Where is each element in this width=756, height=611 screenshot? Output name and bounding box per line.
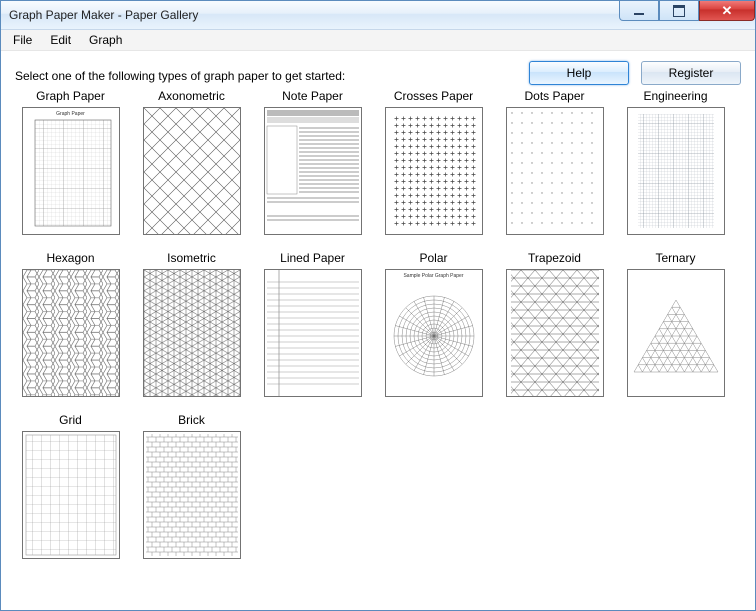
gallery-item-brick[interactable]: Brick <box>136 413 247 559</box>
help-button[interactable]: Help <box>529 61 629 85</box>
brick-icon <box>144 432 240 558</box>
thumb-grid <box>22 431 120 559</box>
window-title: Graph Paper Maker - Paper Gallery <box>9 8 198 22</box>
thumb-brick <box>143 431 241 559</box>
item-label: Grid <box>59 413 82 429</box>
thumb-polar: Sample Polar Graph Paper <box>385 269 483 397</box>
gallery-item-note-paper[interactable]: Note Paper <box>257 89 368 235</box>
thumb-engineering <box>627 107 725 235</box>
thumb-title: Sample Polar Graph Paper <box>386 273 482 279</box>
crosses-paper-icon <box>386 108 482 234</box>
titlebar[interactable]: Graph Paper Maker - Paper Gallery ✕ <box>1 1 755 30</box>
thumb-title: Graph Paper <box>23 111 119 117</box>
item-label: Graph Paper <box>36 89 105 105</box>
item-label: Engineering <box>643 89 707 105</box>
gallery-item-lined-paper[interactable]: Lined Paper <box>257 251 368 397</box>
isometric-icon <box>144 270 240 396</box>
item-label: Ternary <box>655 251 695 267</box>
item-label: Axonometric <box>158 89 225 105</box>
menu-edit[interactable]: Edit <box>42 31 79 49</box>
note-paper-icon <box>265 108 361 234</box>
thumb-hexagon <box>22 269 120 397</box>
thumb-trapezoid <box>506 269 604 397</box>
item-label: Crosses Paper <box>394 89 473 105</box>
engineering-icon <box>628 108 724 234</box>
polar-icon <box>386 270 482 396</box>
grid-icon <box>23 432 119 558</box>
gallery-item-dots-paper[interactable]: Dots Paper <box>499 89 610 235</box>
instruction-text: Select one of the following types of gra… <box>15 69 345 85</box>
item-label: Lined Paper <box>280 251 345 267</box>
item-label: Isometric <box>167 251 216 267</box>
item-label: Polar <box>419 251 447 267</box>
maximize-button[interactable] <box>659 1 699 21</box>
item-label: Trapezoid <box>528 251 581 267</box>
gallery-item-graph-paper[interactable]: Graph Paper Graph Paper <box>15 89 126 235</box>
item-label: Note Paper <box>282 89 343 105</box>
paper-gallery: Graph Paper Graph Paper <box>15 89 741 559</box>
close-icon: ✕ <box>722 4 733 17</box>
gallery-item-trapezoid[interactable]: Trapezoid <box>499 251 610 397</box>
gallery-item-polar[interactable]: Polar Sample Polar Graph Paper <box>378 251 489 397</box>
item-label: Hexagon <box>46 251 94 267</box>
action-buttons: Help Register <box>529 61 741 85</box>
menu-file[interactable]: File <box>5 31 40 49</box>
lined-paper-icon <box>265 270 361 396</box>
gallery-item-isometric[interactable]: Isometric <box>136 251 247 397</box>
thumb-graph-paper: Graph Paper <box>22 107 120 235</box>
gallery-item-crosses-paper[interactable]: Crosses Paper <box>378 89 489 235</box>
item-label: Brick <box>178 413 205 429</box>
thumb-lined-paper <box>264 269 362 397</box>
content-area: Select one of the following types of gra… <box>1 51 755 610</box>
ternary-icon <box>628 270 724 396</box>
minimize-button[interactable] <box>619 1 659 21</box>
gallery-item-hexagon[interactable]: Hexagon <box>15 251 126 397</box>
close-button[interactable]: ✕ <box>699 1 755 21</box>
item-label: Dots Paper <box>524 89 584 105</box>
top-row: Select one of the following types of gra… <box>15 61 741 85</box>
maximize-icon <box>673 5 685 17</box>
hexagon-icon <box>23 270 119 396</box>
thumb-dots-paper <box>506 107 604 235</box>
minimize-icon <box>634 13 644 15</box>
window-controls: ✕ <box>619 1 755 21</box>
thumb-note-paper <box>264 107 362 235</box>
thumb-axonometric <box>143 107 241 235</box>
dots-paper-icon <box>507 108 603 234</box>
graph-paper-icon <box>23 108 119 234</box>
gallery-item-engineering[interactable]: Engineering <box>620 89 731 235</box>
app-window: Graph Paper Maker - Paper Gallery ✕ File… <box>0 0 756 611</box>
thumb-isometric <box>143 269 241 397</box>
register-button[interactable]: Register <box>641 61 741 85</box>
axonometric-icon <box>144 108 240 234</box>
menubar: File Edit Graph <box>1 30 755 51</box>
gallery-item-axonometric[interactable]: Axonometric <box>136 89 247 235</box>
thumb-ternary <box>627 269 725 397</box>
thumb-crosses-paper <box>385 107 483 235</box>
trapezoid-icon <box>507 270 603 396</box>
gallery-item-ternary[interactable]: Ternary <box>620 251 731 397</box>
menu-graph[interactable]: Graph <box>81 31 130 49</box>
gallery-item-grid[interactable]: Grid <box>15 413 126 559</box>
